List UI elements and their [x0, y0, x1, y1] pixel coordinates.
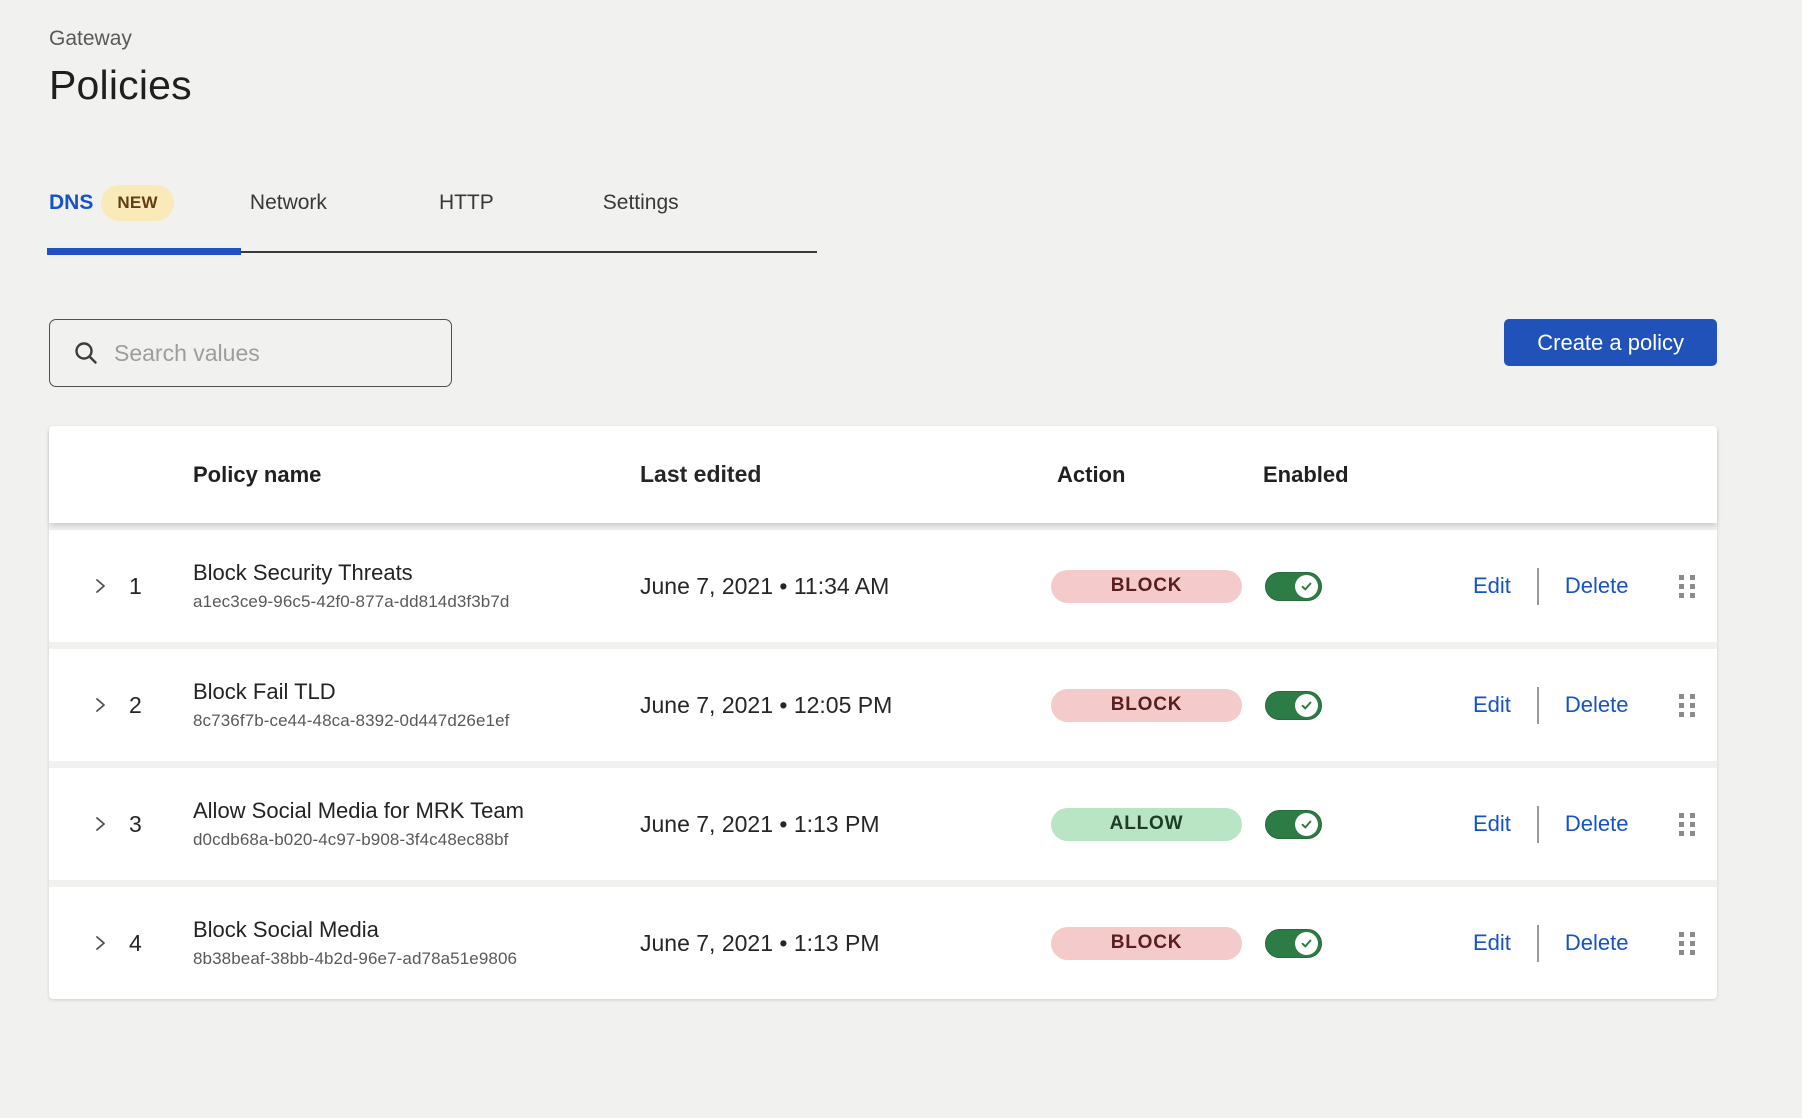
- search-box[interactable]: [49, 319, 452, 387]
- column-last-edited: Last edited: [640, 461, 1049, 488]
- check-icon: [1300, 937, 1313, 950]
- tab-bar: DNS NEW Network HTTP Settings: [49, 185, 1802, 221]
- table-row: 2 Block Fail TLD 8c736f7b-ce44-48ca-8392…: [49, 649, 1717, 761]
- tab-underline: [49, 248, 817, 255]
- tab-network[interactable]: Network: [250, 191, 327, 215]
- drag-handle-icon[interactable]: [1675, 571, 1699, 602]
- edit-link[interactable]: Edit: [1473, 811, 1511, 837]
- table-body: 1 Block Security Threats a1ec3ce9-96c5-4…: [49, 530, 1717, 999]
- edit-link[interactable]: Edit: [1473, 692, 1511, 718]
- policy-name: Allow Social Media for MRK Team: [193, 798, 640, 824]
- action-badge: BLOCK: [1051, 689, 1242, 722]
- tab-settings-label: Settings: [603, 191, 679, 215]
- tab-http[interactable]: HTTP: [439, 191, 494, 215]
- delete-link[interactable]: Delete: [1565, 573, 1629, 599]
- expand-row-button[interactable]: [89, 572, 112, 600]
- tab-network-label: Network: [250, 191, 327, 215]
- row-number: 3: [129, 811, 193, 838]
- row-number: 2: [129, 692, 193, 719]
- last-edited: June 7, 2021 • 1:13 PM: [640, 930, 1049, 957]
- policy-name: Block Security Threats: [193, 560, 640, 586]
- create-policy-button[interactable]: Create a policy: [1504, 319, 1717, 366]
- tab-dns-label: DNS: [49, 191, 93, 215]
- policy-id: 8c736f7b-ce44-48ca-8392-0d447d26e1ef: [193, 711, 640, 731]
- row-number: 1: [129, 573, 193, 600]
- gateway-policies-page: Gateway Policies DNS NEW Network HTTP Se…: [0, 0, 1802, 999]
- check-icon: [1300, 580, 1313, 593]
- enabled-toggle[interactable]: [1265, 929, 1322, 958]
- tab-http-label: HTTP: [439, 191, 494, 215]
- enabled-toggle[interactable]: [1265, 572, 1322, 601]
- page-title: Policies: [49, 62, 1802, 109]
- search-input[interactable]: [114, 340, 434, 367]
- action-divider: [1537, 925, 1539, 962]
- action-badge: BLOCK: [1051, 570, 1242, 603]
- action-divider: [1537, 687, 1539, 724]
- enabled-toggle[interactable]: [1265, 691, 1322, 720]
- new-badge: NEW: [101, 185, 174, 221]
- table-header-row: Policy name Last edited Action Enabled: [49, 426, 1717, 523]
- drag-handle-icon[interactable]: [1675, 809, 1699, 840]
- toggle-knob: [1295, 932, 1318, 955]
- policies-table: Policy name Last edited Action Enabled 1…: [49, 426, 1717, 999]
- delete-link[interactable]: Delete: [1565, 692, 1629, 718]
- action-divider: [1537, 568, 1539, 605]
- drag-handle-icon[interactable]: [1675, 690, 1699, 721]
- toggle-knob: [1295, 575, 1318, 598]
- action-badge: BLOCK: [1051, 927, 1242, 960]
- tab-settings[interactable]: Settings: [603, 191, 679, 215]
- expand-row-button[interactable]: [89, 810, 112, 838]
- expand-row-button[interactable]: [89, 691, 112, 719]
- table-row: 4 Block Social Media 8b38beaf-38bb-4b2d-…: [49, 887, 1717, 999]
- chevron-right-icon: [93, 814, 108, 834]
- last-edited: June 7, 2021 • 11:34 AM: [640, 573, 1049, 600]
- tab-underline-active: [47, 248, 241, 255]
- search-icon: [73, 340, 99, 366]
- last-edited: June 7, 2021 • 1:13 PM: [640, 811, 1049, 838]
- chevron-right-icon: [93, 933, 108, 953]
- column-policy-name: Policy name: [193, 462, 640, 488]
- action-badge: ALLOW: [1051, 808, 1242, 841]
- edit-link[interactable]: Edit: [1473, 573, 1511, 599]
- enabled-toggle[interactable]: [1265, 810, 1322, 839]
- policy-id: 8b38beaf-38bb-4b2d-96e7-ad78a51e9806: [193, 949, 640, 969]
- toggle-knob: [1295, 694, 1318, 717]
- policy-name: Block Social Media: [193, 917, 640, 943]
- expand-row-button[interactable]: [89, 929, 112, 957]
- column-enabled: Enabled: [1261, 462, 1464, 488]
- policy-id: d0cdb68a-b020-4c97-b908-3f4c48ec88bf: [193, 830, 640, 850]
- chevron-right-icon: [93, 576, 108, 596]
- row-number: 4: [129, 930, 193, 957]
- tab-dns[interactable]: DNS NEW: [49, 185, 174, 221]
- policy-id: a1ec3ce9-96c5-42f0-877a-dd814d3f3b7d: [193, 592, 640, 612]
- drag-handle-icon[interactable]: [1675, 928, 1699, 959]
- policy-name: Block Fail TLD: [193, 679, 640, 705]
- check-icon: [1300, 699, 1313, 712]
- toggle-knob: [1295, 813, 1318, 836]
- table-row: 1 Block Security Threats a1ec3ce9-96c5-4…: [49, 530, 1717, 642]
- chevron-right-icon: [93, 695, 108, 715]
- column-action: Action: [1049, 462, 1261, 488]
- delete-link[interactable]: Delete: [1565, 811, 1629, 837]
- edit-link[interactable]: Edit: [1473, 930, 1511, 956]
- delete-link[interactable]: Delete: [1565, 930, 1629, 956]
- breadcrumb[interactable]: Gateway: [49, 27, 1802, 51]
- toolbar: Create a policy: [49, 319, 1802, 387]
- check-icon: [1300, 818, 1313, 831]
- action-divider: [1537, 806, 1539, 843]
- table-row: 3 Allow Social Media for MRK Team d0cdb6…: [49, 768, 1717, 880]
- last-edited: June 7, 2021 • 12:05 PM: [640, 692, 1049, 719]
